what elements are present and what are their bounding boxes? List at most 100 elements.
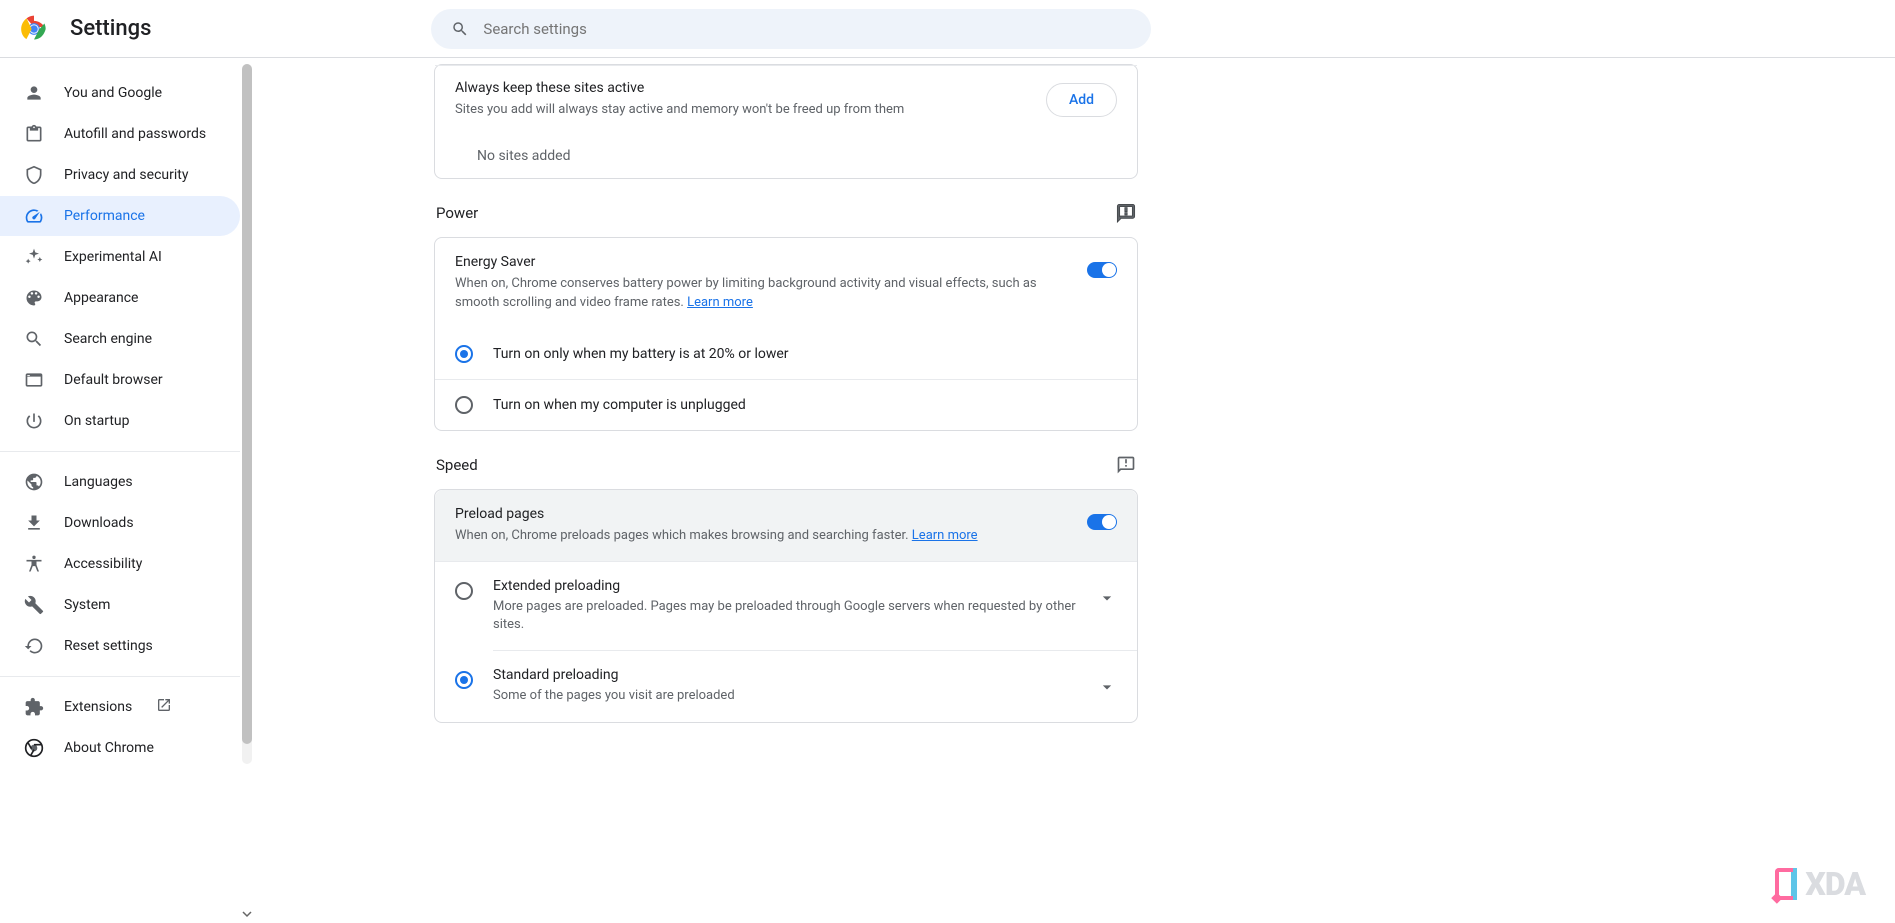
sidebar-item-languages[interactable]: Languages [0,462,240,502]
sidebar-item-label: Privacy and security [64,167,188,183]
sidebar-item-system[interactable]: System [0,585,240,625]
preload-standard-desc: Some of the pages you visit are preloade… [493,687,1097,705]
search-icon [24,329,44,349]
person-icon [24,83,44,103]
radio-unchecked-icon [455,582,473,600]
sidebar-item-downloads[interactable]: Downloads [0,503,240,543]
sidebar-item-accessibility[interactable]: Accessibility [0,544,240,584]
sidebar-item-label: Downloads [64,515,134,531]
sidebar-item-extensions[interactable]: Extensions [0,687,240,727]
power-icon [24,411,44,431]
preload-card: Preload pages When on, Chrome preloads p… [434,489,1138,723]
sidebar-item-about-chrome[interactable]: About Chrome [0,728,240,768]
speed-section-header: Speed [434,455,1138,475]
sidebar-item-label: Languages [64,474,133,490]
search-bar[interactable] [431,9,1151,49]
content-area: Always keep these sites active Sites you… [254,58,1895,923]
download-icon [24,513,44,533]
energy-saver-learn-more-link[interactable]: Learn more [687,295,753,310]
active-sites-title: Always keep these sites active [455,80,904,96]
search-icon [451,20,469,38]
sidebar-item-label: Appearance [64,290,138,306]
preload-extended-desc: More pages are preloaded. Pages may be p… [493,598,1097,634]
sidebar-item-appearance[interactable]: Appearance [0,278,240,318]
sparkle-icon [24,247,44,267]
sidebar-item-you-and-google[interactable]: You and Google [0,73,240,113]
nav-divider [0,451,240,452]
main-layout: You and Google Autofill and passwords Priv… [0,58,1895,923]
sidebar-item-label: Autofill and passwords [64,126,206,142]
wrench-icon [24,595,44,615]
sidebar-item-label: Reset settings [64,638,153,654]
energy-option-unplugged[interactable]: Turn on when my computer is unplugged [435,379,1137,430]
preload-header: Preload pages When on, Chrome preloads p… [435,490,1137,562]
sidebar-item-performance[interactable]: Performance [0,196,240,236]
active-sites-row: Always keep these sites active Sites you… [435,65,1137,134]
radio-checked-icon [455,671,473,689]
header: Settings [0,0,1895,58]
power-section-header: Power [434,203,1138,223]
energy-saver-card: Energy Saver When on, Chrome conserves b… [434,237,1138,431]
preload-toggle[interactable] [1087,514,1117,530]
reset-icon [24,636,44,656]
preload-standard-title: Standard preloading [493,667,1097,683]
scrollbar-thumb[interactable] [242,64,252,744]
sidebar-item-label: Experimental AI [64,249,162,265]
sidebar-item-label: Performance [64,208,145,224]
energy-option-battery-20-label: Turn on only when my battery is at 20% o… [493,346,789,362]
sidebar-item-autofill[interactable]: Autofill and passwords [0,114,240,154]
power-section-title: Power [436,204,478,222]
sidebar-item-experimental-ai[interactable]: Experimental AI [0,237,240,277]
sidebar-item-on-startup[interactable]: On startup [0,401,240,441]
sidebar-item-search-engine[interactable]: Search engine [0,319,240,359]
accessibility-icon [24,554,44,574]
no-sites-text: No sites added [435,134,1137,178]
preload-option-standard[interactable]: Standard preloading Some of the pages yo… [435,651,1137,721]
chrome-icon [24,738,44,758]
scrollbar-down-button[interactable] [240,907,254,921]
palette-icon [24,288,44,308]
preload-desc: When on, Chrome preloads pages which mak… [455,526,978,546]
page-title: Settings [70,16,151,41]
energy-option-unplugged-label: Turn on when my computer is unplugged [493,397,746,413]
chevron-down-icon [1097,588,1117,608]
nav-divider [0,676,240,677]
sidebar-container: You and Google Autofill and passwords Priv… [0,58,254,923]
feedback-icon[interactable] [1116,203,1136,223]
sidebar-item-label: You and Google [64,85,162,101]
energy-saver-header: Energy Saver When on, Chrome conserves b… [435,238,1137,329]
browser-icon [24,370,44,390]
speed-section-title: Speed [436,456,478,474]
radio-unchecked-icon [455,396,473,414]
clipboard-icon [24,124,44,144]
add-site-button[interactable]: Add [1046,83,1117,117]
sidebar-item-label: System [64,597,110,613]
chevron-down-icon [1097,677,1117,697]
xda-watermark: XDA [1775,865,1865,903]
sidebar-item-label: Extensions [64,699,132,715]
active-sites-desc: Sites you add will always stay active an… [455,100,904,120]
sidebar-item-label: Search engine [64,331,152,347]
sidebar-item-label: Default browser [64,372,163,388]
preload-title: Preload pages [455,506,978,522]
search-input[interactable] [483,20,1131,38]
sidebar-item-label: On startup [64,413,130,429]
sidebar-item-label: Accessibility [64,556,142,572]
sidebar-item-default-browser[interactable]: Default browser [0,360,240,400]
sidebar-item-privacy[interactable]: Privacy and security [0,155,240,195]
preload-extended-title: Extended preloading [493,578,1097,594]
sidebar-item-reset[interactable]: Reset settings [0,626,240,666]
preload-option-extended[interactable]: Extended preloading More pages are prelo… [435,561,1137,650]
feedback-icon[interactable] [1116,455,1136,475]
puzzle-icon [24,697,44,717]
energy-option-battery-20[interactable]: Turn on only when my battery is at 20% o… [435,329,1137,379]
chrome-logo-icon [20,15,48,43]
radio-checked-icon [455,345,473,363]
globe-icon [24,472,44,492]
energy-saver-desc: When on, Chrome conserves battery power … [455,274,1055,313]
energy-saver-title: Energy Saver [455,254,1055,270]
energy-saver-toggle[interactable] [1087,262,1117,278]
preload-learn-more-link[interactable]: Learn more [912,528,978,543]
sidebar-item-label: About Chrome [64,740,154,756]
active-sites-card: Always keep these sites active Sites you… [434,64,1138,179]
